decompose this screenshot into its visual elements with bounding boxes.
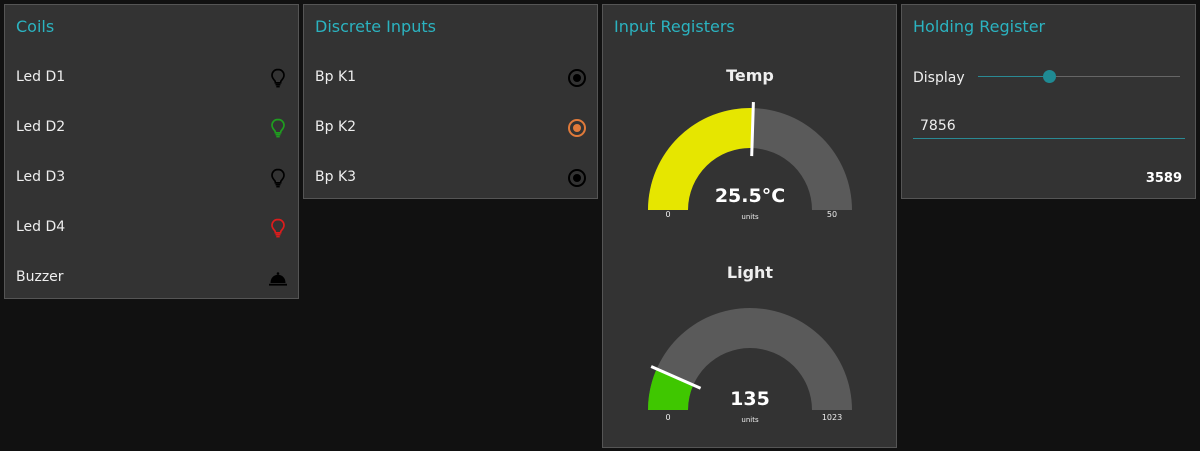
discrete-inputs-title: Discrete Inputs: [315, 17, 436, 36]
discrete-input-row: Bp K2: [304, 103, 597, 153]
coil-label: Led D1: [16, 69, 66, 85]
light-gauge-title: Light: [726, 263, 774, 282]
coil-row[interactable]: Led D1: [5, 53, 298, 103]
temp-gauge-title: Temp: [726, 66, 774, 85]
coil-row[interactable]: Led D2: [5, 103, 298, 153]
coils-panel: Coils Led D1 Led D2 Led D3 Led D4 Buzzer: [4, 4, 299, 299]
holding-register-title: Holding Register: [913, 17, 1046, 36]
coils-title: Coils: [16, 17, 55, 36]
coil-label: Buzzer: [16, 269, 64, 285]
lightbulb-icon[interactable]: [267, 67, 289, 89]
temp-gauge-max: 50: [827, 210, 837, 219]
temp-gauge-min: 0: [665, 210, 670, 219]
radio-icon: [566, 167, 588, 189]
discrete-input-row: Bp K1: [304, 53, 597, 103]
bell-icon[interactable]: [267, 267, 289, 289]
temp-gauge: 25.5°C units 0 50: [648, 102, 852, 221]
holding-register-panel: Holding Register Display 3589: [901, 4, 1196, 199]
discrete-input-label: Bp K2: [315, 119, 357, 135]
coil-row[interactable]: Led D3: [5, 153, 298, 203]
holding-register-input[interactable]: [913, 113, 1185, 139]
temp-gauge-value: 25.5°C: [715, 185, 785, 207]
display-slider[interactable]: [978, 70, 1180, 83]
light-gauge: 135 units 0 1023: [648, 308, 852, 424]
temp-gauge-needle: [750, 102, 755, 157]
holding-register-value: 3589: [1145, 171, 1182, 186]
lightbulb-icon[interactable]: [267, 167, 289, 189]
light-gauge-min: 0: [665, 413, 670, 422]
discrete-inputs-panel: Discrete Inputs Bp K1 Bp K2 Bp K3: [303, 4, 598, 199]
input-registers-panel: Input Registers Temp 25.5°C units 0 50 L…: [602, 4, 897, 448]
radio-icon: [566, 117, 588, 139]
coil-row[interactable]: Buzzer: [5, 253, 298, 303]
coil-label: Led D2: [16, 119, 66, 135]
coil-label: Led D4: [16, 219, 66, 235]
input-registers-title: Input Registers: [614, 17, 735, 36]
slider-fill: [978, 76, 1049, 77]
radio-icon: [566, 67, 588, 89]
slider-label: Display: [913, 70, 965, 86]
light-gauge-units: units: [741, 416, 759, 424]
discrete-input-label: Bp K1: [315, 69, 357, 85]
light-gauge-max: 1023: [822, 413, 842, 422]
coil-label: Led D3: [16, 169, 66, 185]
coil-row[interactable]: Led D4: [5, 203, 298, 253]
lightbulb-icon[interactable]: [267, 117, 289, 139]
discrete-input-label: Bp K3: [315, 169, 357, 185]
discrete-input-row: Bp K3: [304, 153, 597, 203]
lightbulb-icon[interactable]: [267, 217, 289, 239]
light-gauge-value: 135: [730, 388, 770, 410]
temp-gauge-units: units: [741, 213, 759, 221]
slider-thumb[interactable]: [1042, 70, 1056, 83]
